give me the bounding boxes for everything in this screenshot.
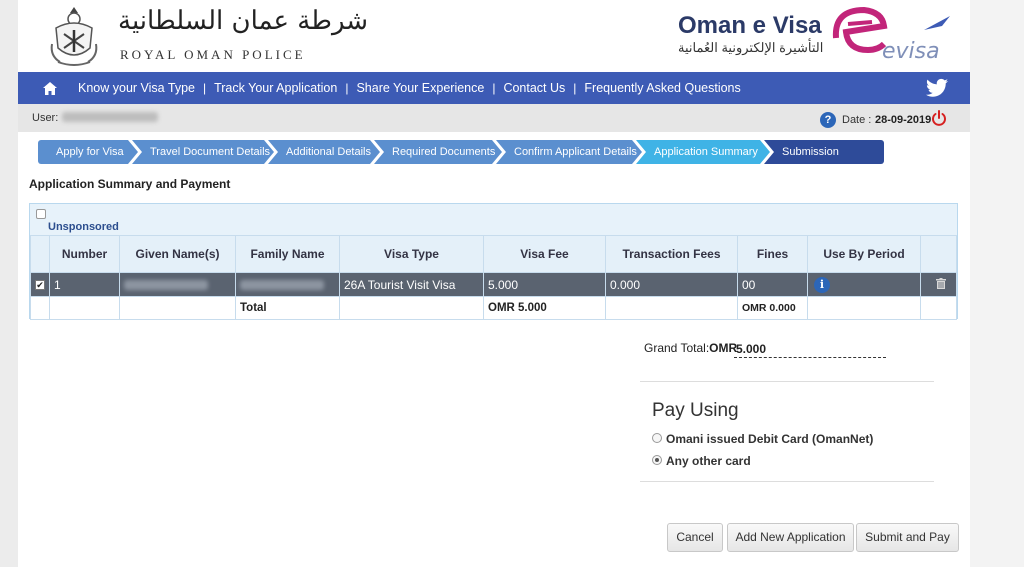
- cell-visa-type: 26A Tourist Visit Visa: [339, 272, 484, 297]
- date-label: Date :: [842, 114, 872, 126]
- nav-track-application[interactable]: Track Your Application: [208, 81, 343, 95]
- total-label: Total: [235, 296, 340, 320]
- col-visa-type: Visa Type: [339, 235, 484, 273]
- page-margin-right: [970, 0, 1024, 567]
- cell-visa-fee: 5.000: [483, 272, 606, 297]
- user-bar: User: ? Date : 28-09-2019: [18, 104, 970, 132]
- user-name-redacted: [62, 112, 158, 122]
- unsponsored-checkbox[interactable]: [36, 209, 46, 219]
- divider: [640, 481, 934, 482]
- nav-separator: |: [573, 81, 577, 95]
- main-nav: Know your Visa Type | Track Your Applica…: [18, 72, 970, 104]
- grand-total-value: 5.000: [734, 342, 886, 358]
- nav-separator: |: [202, 81, 207, 95]
- pay-using-title: Pay Using: [652, 400, 739, 421]
- unsponsored-label: Unsponsored: [48, 221, 119, 233]
- total-row: Total OMR 5.000 OMR 0.000: [30, 296, 957, 320]
- step-confirm-applicant-details[interactable]: Confirm Applicant Details: [496, 140, 642, 164]
- step-travel-document-details[interactable]: Travel Document Details: [132, 140, 274, 164]
- rop-english-title: ROYAL OMAN POLICE: [120, 47, 306, 62]
- header-checkbox-col: [30, 235, 50, 273]
- divider: [640, 381, 934, 382]
- user-label: User:: [32, 112, 59, 124]
- total-visa-fee: OMR 5.000: [483, 296, 606, 320]
- nav-separator: |: [492, 81, 496, 95]
- table-row[interactable]: ✔ 1 26A Tourist Visit Visa 5.000 0.000 0…: [30, 272, 957, 297]
- cell-transaction-fees: 0.000: [605, 272, 738, 297]
- col-use-by-period: Use By Period: [807, 235, 921, 273]
- row-select-cell: ✔: [30, 272, 50, 297]
- cancel-button[interactable]: Cancel: [667, 523, 723, 552]
- cell-fines: 00: [737, 272, 808, 297]
- rop-arabic-title: شرطة عمان السلطانية: [118, 6, 369, 36]
- radio-any-other-card[interactable]: [652, 455, 662, 465]
- cell-family-name: [235, 272, 340, 297]
- family-name-redacted: [240, 280, 324, 291]
- cell-given-names: [119, 272, 236, 297]
- step-submission-summary[interactable]: Submission Summary: [764, 140, 884, 164]
- date-value: 28-09-2019: [875, 114, 932, 126]
- evisa-arabic-title: التأشيرة الإلكترونية العُمانية: [678, 40, 824, 55]
- step-required-documents[interactable]: Required Documents: [374, 140, 502, 164]
- col-actions: [920, 235, 957, 273]
- row-checkbox[interactable]: ✔: [35, 280, 45, 291]
- col-transaction-fees: Transaction Fees: [605, 235, 738, 273]
- grand-total: Grand Total:OMR: [644, 341, 737, 355]
- radio-omannet[interactable]: [652, 433, 662, 443]
- given-name-redacted: [124, 280, 208, 291]
- total-fines: OMR 0.000: [737, 296, 808, 320]
- cell-actions: [920, 272, 957, 297]
- nav-know-visa-type[interactable]: Know your Visa Type: [72, 81, 201, 95]
- step-application-summary[interactable]: Application Summary: [636, 140, 770, 164]
- unsponsored-checkbox-wrap: [36, 208, 46, 222]
- nav-contact-us[interactable]: Contact Us: [497, 81, 571, 95]
- evisa-logo-text: evisa: [882, 39, 940, 64]
- nav-separator: |: [345, 81, 349, 95]
- add-new-application-button[interactable]: Add New Application: [727, 523, 854, 552]
- help-icon[interactable]: ?: [820, 112, 836, 128]
- logout-power-icon[interactable]: [931, 110, 947, 126]
- royal-oman-police-emblem-icon: [50, 7, 98, 66]
- col-visa-fee: Visa Fee: [483, 235, 606, 273]
- home-icon[interactable]: [40, 78, 60, 98]
- evisa-title: Oman e Visa: [678, 12, 822, 39]
- grand-total-currency: OMR: [709, 341, 738, 355]
- col-family-name: Family Name: [235, 235, 340, 273]
- submit-and-pay-button[interactable]: Submit and Pay: [856, 523, 959, 552]
- step-additional-details[interactable]: Additional Details: [268, 140, 380, 164]
- radio-any-other-card-label[interactable]: Any other card: [666, 454, 751, 468]
- step-apply-for-visa[interactable]: Apply for Visa: [38, 140, 138, 164]
- nav-share-experience[interactable]: Share Your Experience: [350, 81, 490, 95]
- application-table: Number Given Name(s) Family Name Visa Ty…: [30, 235, 957, 320]
- col-given-names: Given Name(s): [119, 235, 236, 273]
- section-title: Application Summary and Payment: [29, 177, 231, 191]
- page: شرطة عمان السلطانية ROYAL OMAN POLICE Om…: [18, 0, 970, 567]
- radio-omannet-label[interactable]: Omani issued Debit Card (OmanNet): [666, 432, 873, 446]
- cell-use-by-period: i: [807, 272, 921, 297]
- site-header: شرطة عمان السلطانية ROYAL OMAN POLICE Om…: [18, 0, 970, 72]
- col-fines: Fines: [737, 235, 808, 273]
- trash-icon[interactable]: [935, 277, 946, 289]
- cell-number: 1: [49, 272, 120, 297]
- nav-faq[interactable]: Frequently Asked Questions: [578, 81, 746, 95]
- grand-total-label: Grand Total:: [644, 341, 710, 355]
- evisa-logo-icon: evisa: [832, 6, 950, 64]
- info-icon[interactable]: i: [814, 276, 830, 293]
- application-table-panel: Unsponsored Number Given Name(s) Family …: [29, 203, 958, 320]
- twitter-icon[interactable]: [926, 77, 948, 99]
- col-number: Number: [49, 235, 120, 273]
